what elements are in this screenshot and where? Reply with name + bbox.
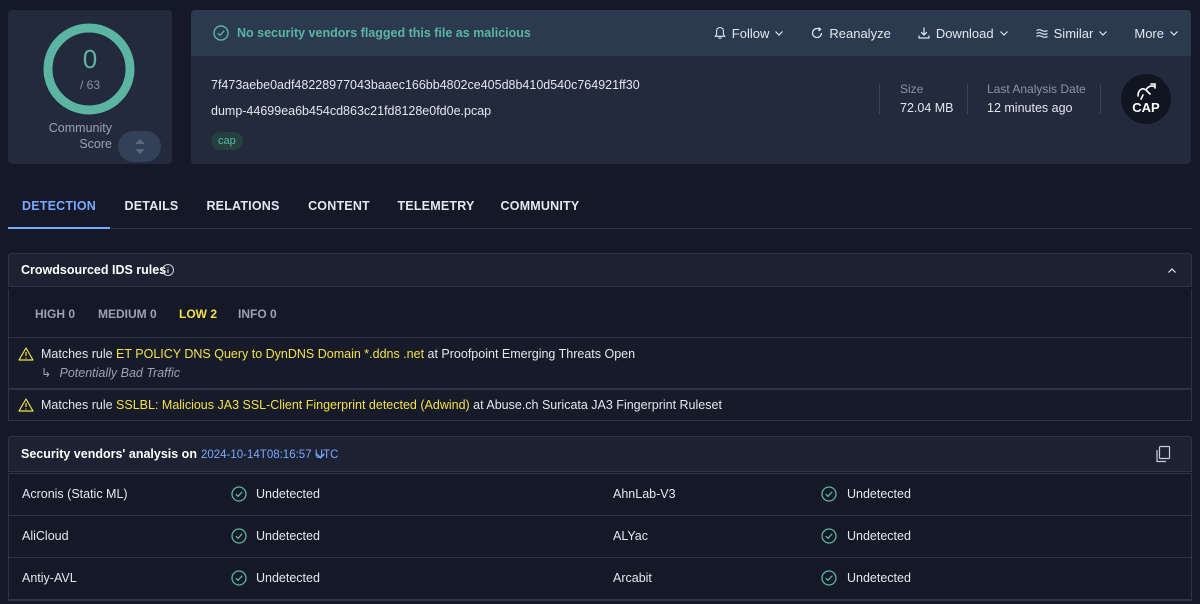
follow-button[interactable]: Follow [713,26,785,41]
rule-link[interactable]: SSLBL: Malicious JA3 SSL-Client Fingerpr… [116,398,470,412]
vendor-name: AliCloud [22,529,69,543]
check-circle-icon [231,570,247,586]
severity-medium[interactable]: MEDIUM 0 [98,307,157,321]
warning-icon [18,398,34,412]
table-row: Acronis (Static ML) Undetected AhnLab-V3… [9,474,1191,516]
vendor-result: Undetected [256,487,320,501]
sub-arrow-icon: ↳ [41,366,52,380]
bell-icon [714,26,726,39]
chevron-down-icon [1170,31,1178,36]
ids-rules-title: Crowdsourced IDS rules [21,263,167,277]
similar-icon [1035,29,1048,38]
table-row: AliCloud Undetected ALYac Undetected [9,516,1191,558]
detection-count: 0 [82,44,98,74]
more-button[interactable]: More [1134,26,1179,41]
refresh-icon [812,27,823,39]
severity-filter: HIGH 0 MEDIUM 0 LOW 2 INFO 0 [8,289,1192,337]
pcap-icon [1137,83,1156,100]
action-toolbar: Follow Reanalyze Download Similar More [713,10,1179,56]
vendor-name: Arcabit [613,571,652,585]
ids-rule-item: Matches rule SSLBL: Malicious JA3 SSL-Cl… [8,389,1192,421]
size-value: 72.04 MB [900,101,954,115]
chevron-down-icon [1099,31,1108,36]
severity-info[interactable]: INFO 0 [238,307,277,321]
vendor-result: Undetected [847,571,911,585]
vendors-table: Acronis (Static ML) Undetected AhnLab-V3… [8,473,1192,601]
meta-divider [1100,84,1101,114]
vendor-name: Antiy-AVL [22,571,77,585]
vendor-result: Undetected [847,487,911,501]
vendor-name: ALYac [613,529,648,543]
chevron-down-icon [775,31,784,36]
chevron-up-icon[interactable] [1167,266,1177,276]
vendors-title: Security vendors' analysis on 2024-10-14T… [21,447,339,461]
similar-button[interactable]: Similar [1035,26,1109,41]
vendors-header: Security vendors' analysis on 2024-10-14T… [8,436,1192,472]
file-name: dump-44699ea6b454cd863c21fd8128e0fd0e.pc… [211,104,492,118]
check-circle-icon [821,486,837,502]
status-message: No security vendors flagged this file as… [237,26,531,40]
rule-text: Matches rule SSLBL: Malicious JA3 SSL-Cl… [41,398,722,412]
detection-total: / 63 [79,78,100,92]
file-tag[interactable]: cap [211,132,243,150]
tab-details[interactable]: DETAILS [115,186,188,229]
download-button[interactable]: Download [917,26,1009,41]
tab-content[interactable]: CONTENT [300,186,378,229]
rule-category: ↳ Potentially Bad Traffic [41,366,181,380]
vendor-result: Undetected [256,529,320,543]
severity-low[interactable]: LOW 2 [179,307,217,321]
check-circle-icon [231,528,247,544]
info-icon[interactable] [161,263,175,277]
size-label: Size [900,82,924,96]
file-header-card: No security vendors flagged this file as… [191,10,1191,164]
check-circle-icon [821,570,837,586]
vote-up-icon[interactable] [135,139,145,144]
tab-telemetry[interactable]: TELEMETRY [390,186,482,229]
chevron-down-icon [999,31,1008,36]
severity-high[interactable]: HIGH 0 [35,307,75,321]
chevron-down-icon[interactable] [315,450,326,461]
file-type-label: CAP [1132,100,1160,115]
vendor-name: AhnLab-V3 [613,487,676,501]
ids-rule-item: Matches rule ET POLICY DNS Query to DynD… [8,337,1192,389]
warning-icon [18,347,34,361]
vendor-name: Acronis (Static ML) [22,487,128,501]
check-circle-icon [821,528,837,544]
file-hash[interactable]: 7f473aebe0adf48228977043baaec166bb4802ce… [211,78,640,92]
last-analysis-label: Last Analysis Date [987,82,1086,96]
rule-text: Matches rule ET POLICY DNS Query to DynD… [41,347,636,361]
ids-rules-header[interactable]: Crowdsourced IDS rules [8,253,1192,287]
meta-divider [967,84,968,114]
tab-relations[interactable]: RELATIONS [198,186,288,229]
check-circle-icon [213,25,229,41]
vendor-result: Undetected [847,529,911,543]
tab-detection[interactable]: DETECTION [8,186,110,229]
rule-link[interactable]: ET POLICY DNS Query to DynDNS Domain *.d… [116,347,424,361]
vendor-result: Undetected [256,571,320,585]
check-circle-icon [231,486,247,502]
file-type-badge: CAP [1121,74,1171,124]
community-score-vote[interactable] [118,131,161,162]
vote-down-icon[interactable] [135,149,145,154]
status-bar: No security vendors flagged this file as… [191,10,1191,56]
copy-icon[interactable] [1155,445,1171,463]
community-score-label: Community Score [48,121,112,151]
detection-score-card: 0 / 63 Community Score [8,10,172,164]
last-analysis-value: 12 minutes ago [987,101,1073,115]
meta-divider [879,84,880,114]
tab-community[interactable]: COMMUNITY [494,186,586,229]
reanalyze-button[interactable]: Reanalyze [810,26,891,41]
download-icon [918,27,930,39]
table-row: Antiy-AVL Undetected Arcabit Undetected [9,558,1191,600]
tab-bar: DETECTION DETAILS RELATIONS CONTENT TELE… [8,186,1192,229]
